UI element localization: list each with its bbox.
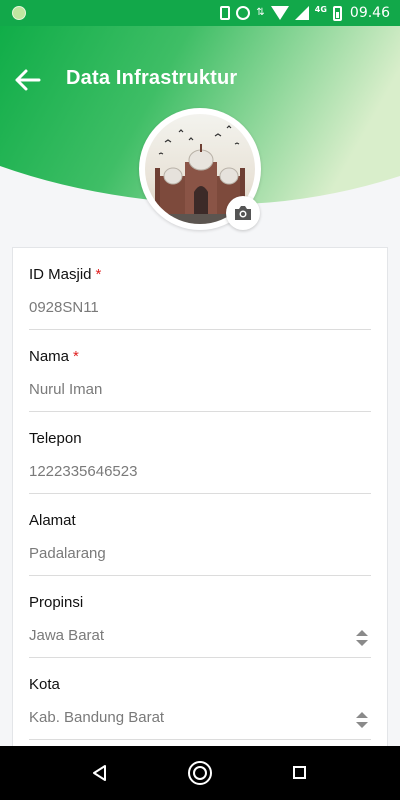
required-marker: * <box>95 266 102 283</box>
dropdown-arrows-icon[interactable] <box>355 711 369 729</box>
change-photo-button[interactable] <box>226 196 260 230</box>
telepon-input[interactable]: 1222335646523 <box>29 463 137 480</box>
back-button[interactable] <box>14 68 42 92</box>
nav-home-icon[interactable] <box>188 761 212 785</box>
page-title: Data Infrastruktur <box>66 67 238 89</box>
nav-back-icon[interactable] <box>92 765 108 781</box>
field-label: Alamat <box>29 512 76 529</box>
arrow-left-icon <box>15 69 41 91</box>
field-label: Telepon <box>29 430 82 447</box>
system-nav-bar <box>0 746 400 800</box>
wifi-icon <box>270 6 289 20</box>
dropdown-arrows-icon[interactable] <box>355 629 369 647</box>
nav-recents-icon[interactable] <box>293 766 306 779</box>
alarm-icon <box>236 6 251 20</box>
camera-icon <box>235 206 251 220</box>
status-time: 09.46 <box>349 5 390 21</box>
form-card: ID Masjid * 0928SN11 Nama * Nurul Iman Tel… <box>12 247 388 767</box>
nama-input[interactable]: Nurul Iman <box>29 381 102 398</box>
field-alamat[interactable]: Alamat Padalarang <box>29 494 371 576</box>
field-label: ID Masjid * <box>29 266 102 283</box>
signal-icon <box>294 6 309 20</box>
field-nama[interactable]: Nama * Nurul Iman <box>29 330 371 412</box>
alamat-input[interactable]: Padalarang <box>29 545 106 562</box>
vibrate-icon <box>220 6 231 20</box>
kota-select[interactable]: Kab. Bandung Barat <box>29 709 164 726</box>
network-type-label: 4G <box>314 4 327 14</box>
field-id-masjid[interactable]: ID Masjid * 0928SN11 <box>29 248 371 330</box>
field-telepon[interactable]: Telepon 1222335646523 <box>29 412 371 494</box>
propinsi-select[interactable]: Jawa Barat <box>29 627 104 644</box>
field-kota[interactable]: Kota Kab. Bandung Barat <box>29 658 371 740</box>
data-arrows-icon: ⇅ <box>256 7 265 18</box>
field-label: Nama * <box>29 348 79 365</box>
battery-icon <box>332 5 342 21</box>
field-label: Kota <box>29 676 60 693</box>
status-bar: ⇅ 4G 09.46 <box>0 0 400 26</box>
status-icons: ⇅ 4G 09.46 <box>220 4 390 22</box>
notification-dot-icon <box>12 6 26 20</box>
id-masjid-input[interactable]: 0928SN11 <box>29 299 99 316</box>
field-label: Propinsi <box>29 594 84 611</box>
field-propinsi[interactable]: Propinsi Jawa Barat <box>29 576 371 658</box>
required-marker: * <box>73 348 79 365</box>
